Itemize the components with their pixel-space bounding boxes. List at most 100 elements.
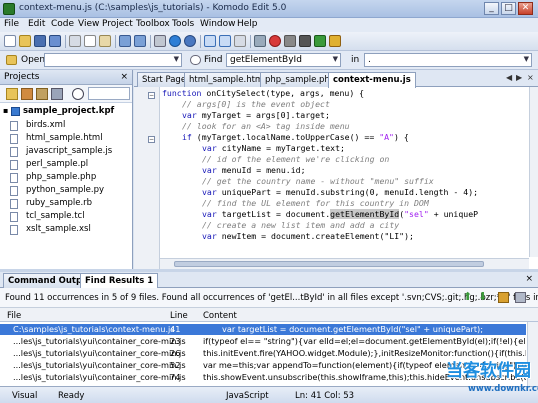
in-label: in: [351, 55, 360, 65]
menu-window[interactable]: Window: [200, 19, 236, 29]
find-in-value: .: [368, 55, 371, 65]
menu-tools[interactable]: Tools: [172, 19, 194, 29]
code-line: // create a new list item and add a city: [202, 220, 399, 231]
status-language[interactable]: JavaScript: [226, 391, 269, 401]
results-row[interactable]: C:\samples\js_tutorials\context-menu.js …: [0, 324, 526, 335]
stop-macro-icon[interactable]: [299, 35, 311, 47]
close-button[interactable]: ✕: [518, 2, 533, 15]
python-file-icon: [10, 186, 18, 196]
editor-tab-strip: Start Page html_sample.html php_sample.p…: [134, 70, 538, 88]
fold-toggle-icon[interactable]: −: [148, 136, 155, 143]
results-options-icon[interactable]: [515, 292, 526, 303]
toggle-bottom-pane-icon[interactable]: [219, 35, 231, 47]
copy-icon[interactable]: [84, 35, 96, 47]
undo-icon[interactable]: [119, 35, 131, 47]
code-text: (myTarget.localName.toUpperCase() ==: [191, 132, 380, 142]
file-label: php_sample.php: [26, 172, 97, 182]
chevron-down-icon[interactable]: ▼: [524, 55, 529, 63]
ruby-file-icon: [10, 199, 18, 209]
print-icon[interactable]: [154, 35, 166, 47]
project-filter-input[interactable]: [88, 87, 130, 100]
pause-macro-icon[interactable]: [284, 35, 296, 47]
scrollbar-thumb[interactable]: [174, 261, 484, 267]
line-gutter[interactable]: − −: [134, 87, 160, 269]
code-area[interactable]: function onCitySelect(type, args, menu) …: [162, 88, 528, 258]
results-col-content[interactable]: Content: [203, 311, 237, 321]
menu-code[interactable]: Code: [51, 19, 74, 29]
new-file-icon[interactable]: [4, 35, 16, 47]
menu-project[interactable]: Project: [102, 19, 133, 29]
status-mode[interactable]: Visual: [12, 391, 37, 401]
cut-icon[interactable]: [69, 35, 81, 47]
add-file-icon[interactable]: [36, 88, 48, 100]
toolbar-separator: [250, 35, 251, 48]
save-macro-icon[interactable]: [329, 35, 341, 47]
menu-help[interactable]: Help: [237, 19, 258, 29]
stop-search-icon[interactable]: [498, 292, 509, 303]
tab-context-menu-js[interactable]: context-menu.js: [328, 72, 416, 88]
menu-edit[interactable]: Edit: [28, 19, 45, 29]
tcl-file-icon: [10, 212, 18, 222]
toggle-right-pane-icon[interactable]: [234, 35, 246, 47]
save-icon[interactable]: [34, 35, 46, 47]
save-all-icon[interactable]: [49, 35, 61, 47]
tab-scroll-left-icon[interactable]: ◀: [506, 73, 512, 82]
close-tab-icon[interactable]: ×: [527, 73, 534, 82]
find-in-input[interactable]: . ▼: [364, 53, 532, 67]
new-project-icon[interactable]: [6, 88, 18, 100]
editor-horizontal-scrollbar[interactable]: [160, 258, 529, 269]
browser-preview-icon[interactable]: [169, 35, 181, 47]
tab-find-results[interactable]: Find Results 1: [80, 273, 159, 288]
code-keyword: function: [162, 88, 202, 98]
record-macro-icon[interactable]: [269, 35, 281, 47]
tab-scroll-right-icon[interactable]: ▶: [516, 73, 522, 82]
open-folder-icon[interactable]: [19, 35, 31, 47]
maximize-button[interactable]: □: [501, 2, 516, 15]
code-line-current: var targetList = document.getElementById…: [202, 209, 478, 220]
close-pane-icon[interactable]: ×: [120, 72, 128, 82]
menu-file[interactable]: File: [4, 19, 19, 29]
up-arrow-icon[interactable]: ⬆: [463, 291, 474, 303]
find-input[interactable]: getElementById ▼: [226, 53, 341, 67]
tab-start-page[interactable]: Start Page: [137, 72, 192, 87]
open-project-icon[interactable]: [21, 88, 33, 100]
open-file-input[interactable]: ▼: [44, 53, 182, 67]
code-line: var menuId = menu.id;: [202, 165, 306, 176]
down-arrow-icon[interactable]: ⬇: [478, 291, 489, 303]
js-file-icon: [10, 147, 18, 157]
result-line: 74: [170, 372, 181, 382]
minimize-button[interactable]: _: [484, 2, 499, 15]
project-menu-icon[interactable]: [51, 88, 63, 100]
redo-icon[interactable]: [134, 35, 146, 47]
paste-icon[interactable]: [99, 35, 111, 47]
file-label: xslt_sample.xsl: [26, 224, 91, 234]
toolbar-separator: [65, 35, 66, 48]
tab-html-sample[interactable]: html_sample.html: [184, 72, 271, 87]
code-comment: // look for an <A> tag inside menu: [182, 121, 350, 131]
results-col-file[interactable]: File: [7, 311, 21, 321]
chevron-down-icon[interactable]: ▼: [174, 55, 179, 63]
projects-header: Projects ×: [0, 70, 132, 85]
menu-toolbox[interactable]: Toolbox: [136, 19, 170, 29]
close-pane-icon[interactable]: ×: [525, 274, 533, 284]
code-line: var myTarget = args[0].target;: [182, 110, 330, 121]
play-macro-icon[interactable]: [314, 35, 326, 47]
results-col-line[interactable]: Line: [170, 311, 188, 321]
code-keyword: var: [202, 143, 217, 153]
run-command-icon[interactable]: [254, 35, 266, 47]
results-row[interactable]: ...les\js_tutorials\yui\container_core-m…: [0, 336, 526, 347]
site-watermark: 当客软件园 www.downkr.com: [446, 356, 538, 400]
menu-view[interactable]: View: [78, 19, 99, 29]
code-line: // find the UL element for this country …: [202, 198, 429, 209]
fold-toggle-icon[interactable]: −: [148, 92, 155, 99]
code-line: // get the country name - without "menu"…: [202, 176, 434, 187]
html-file-icon: [10, 134, 18, 144]
collapse-icon[interactable]: ▪: [3, 106, 8, 115]
chevron-down-icon[interactable]: ▼: [333, 55, 338, 63]
file-label: ruby_sample.rb: [26, 198, 93, 208]
result-line: 26: [170, 348, 181, 358]
toggle-left-pane-icon[interactable]: [204, 35, 216, 47]
editor-vertical-scrollbar[interactable]: [529, 87, 538, 257]
globe-icon[interactable]: [184, 35, 196, 47]
filter-search-icon[interactable]: [72, 88, 84, 100]
